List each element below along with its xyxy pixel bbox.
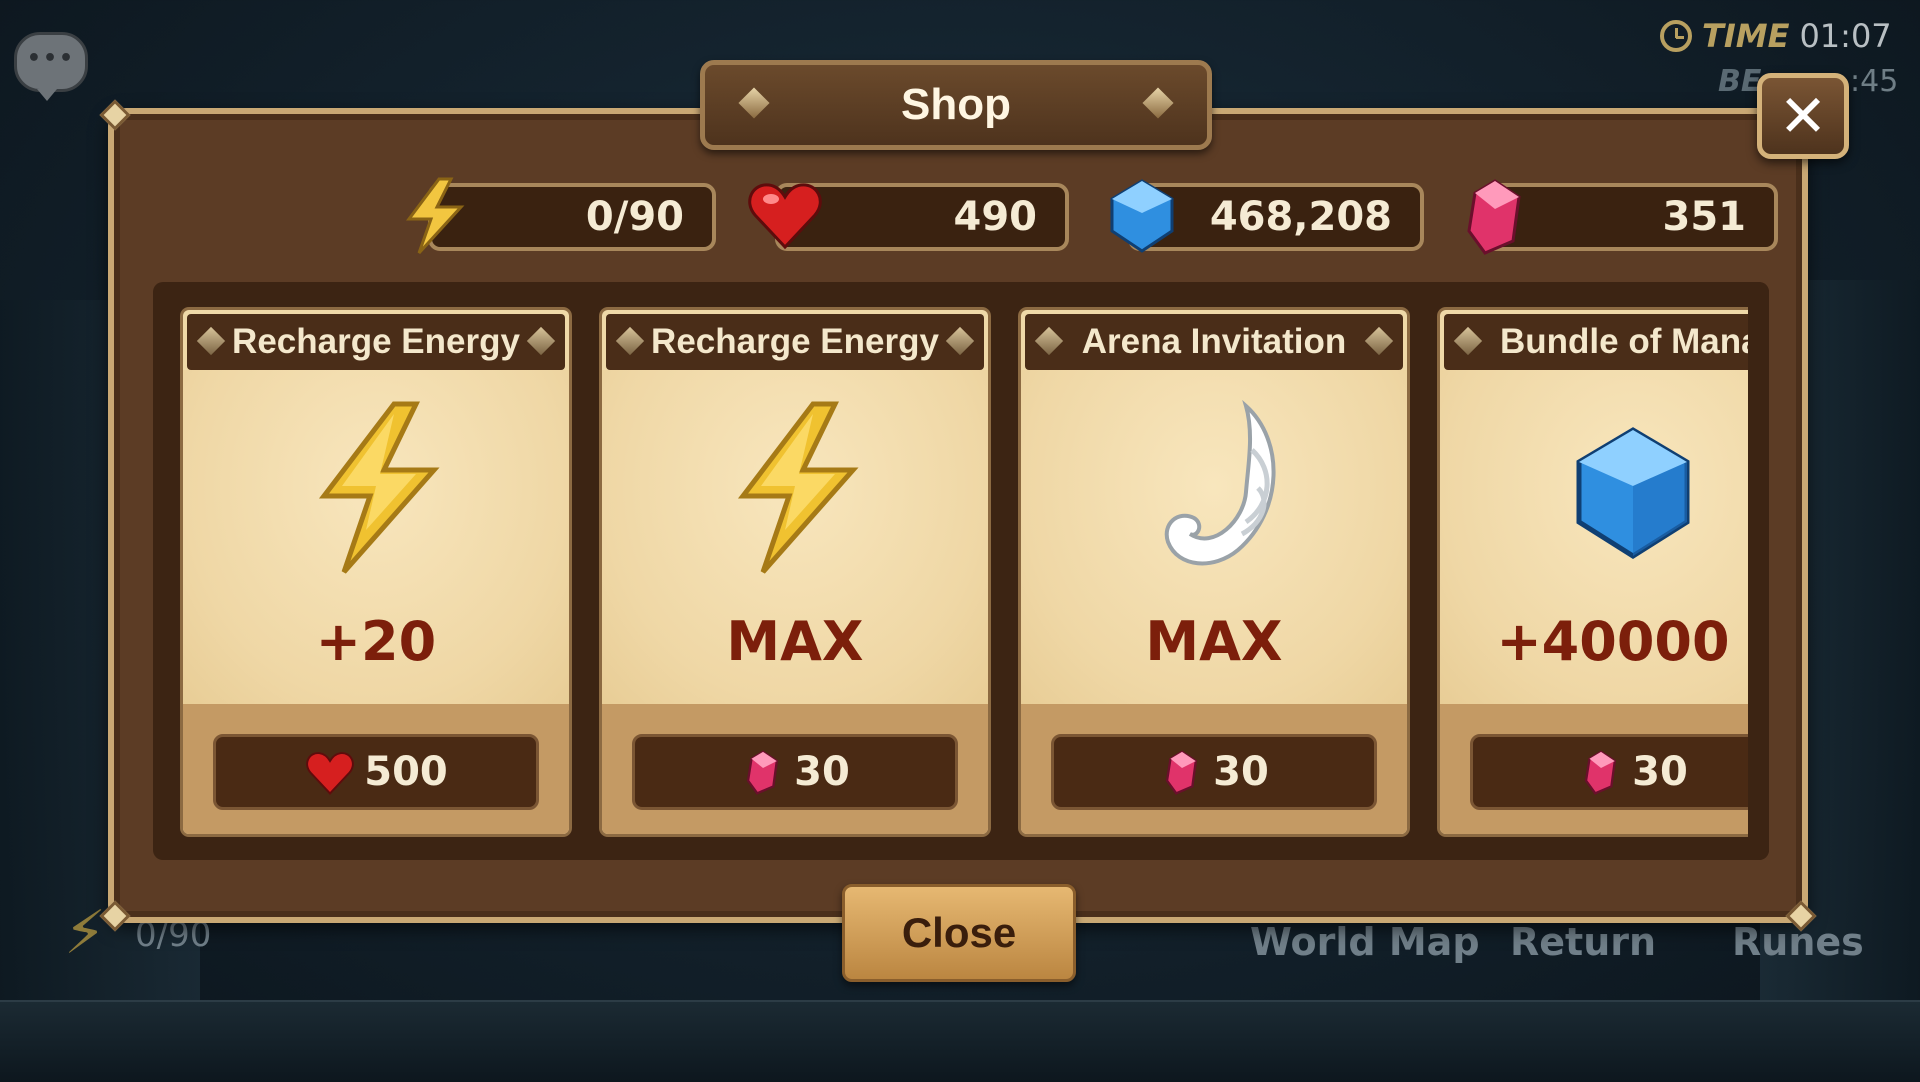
item-title: Bundle of Mana: [1500, 322, 1761, 361]
close-button-label: Close: [901, 909, 1017, 956]
secondary-label: BE: [1718, 64, 1762, 99]
heart-value: 490: [953, 194, 1038, 240]
shop-item-card[interactable]: Recharge Energy +20 500: [183, 310, 569, 834]
item-price: 30: [1213, 749, 1269, 795]
item-footer: 30: [1440, 704, 1769, 834]
item-body: +40000: [1440, 370, 1769, 704]
time-value: 01:07: [1799, 17, 1892, 55]
item-title: Arena Invitation: [1081, 322, 1347, 361]
buy-button[interactable]: 30: [1470, 734, 1769, 810]
item-quantity: MAX: [726, 610, 864, 673]
item-body: MAX: [1021, 370, 1407, 704]
item-price: 30: [794, 749, 850, 795]
clock-icon: [1660, 20, 1692, 52]
energy-icon: [406, 177, 465, 255]
item-quantity: +20: [315, 610, 437, 673]
shop-items-list[interactable]: Recharge Energy +20 500 Recharge Energy …: [153, 282, 1769, 860]
energy-bolt-icon: [318, 401, 440, 574]
ruby-crystal-icon: [1584, 750, 1617, 795]
mana-value: 468,208: [1209, 194, 1392, 240]
dialog-title: Shop: [901, 80, 1011, 129]
ruby-crystal-icon: [1165, 750, 1198, 795]
mana-crystal-icon: [1576, 427, 1690, 559]
item-price: 30: [1632, 749, 1688, 795]
background-floor: [0, 1000, 1920, 1082]
crystal-value: 351: [1662, 194, 1747, 240]
buy-button[interactable]: 30: [632, 734, 958, 810]
item-body: MAX: [602, 370, 988, 704]
item-quantity: MAX: [1145, 610, 1283, 673]
energy-bolt-icon: [737, 401, 859, 574]
close-button[interactable]: Close: [842, 884, 1076, 982]
energy-value: 0/90: [585, 194, 684, 240]
ruby-crystal-icon: [1467, 179, 1521, 255]
item-body: +20: [183, 370, 569, 704]
return-button[interactable]: Return: [1510, 920, 1656, 964]
item-price: 500: [364, 749, 448, 795]
item-header: Arena Invitation: [1025, 314, 1403, 370]
shop-item-card[interactable]: Arena Invitation MAX 30: [1021, 310, 1407, 834]
secondary-value: :45: [1850, 64, 1899, 99]
item-header: Recharge Energy: [606, 314, 984, 370]
ruby-crystal-icon: [746, 750, 779, 795]
list-clip-edge: [1748, 282, 1769, 860]
heart-icon: [748, 183, 822, 250]
diamond-ornament-icon: [1453, 326, 1483, 356]
close-icon: ✕: [1778, 82, 1828, 150]
item-header: Bundle of Mana: [1444, 314, 1769, 370]
title-banner: Shop: [700, 60, 1212, 150]
item-title: Recharge Energy: [651, 322, 939, 361]
item-quantity: +40000: [1496, 610, 1730, 673]
mana-crystal-icon: [1110, 179, 1174, 253]
wing-icon: [1164, 400, 1276, 566]
shop-item-card[interactable]: Bundle of Mana +40000 30: [1440, 310, 1769, 834]
heart-icon: [306, 752, 355, 795]
chat-icon[interactable]: •••: [14, 32, 88, 101]
close-x-button[interactable]: ✕: [1757, 73, 1849, 159]
item-footer: 30: [1021, 704, 1407, 834]
shop-item-card[interactable]: Recharge Energy MAX 30: [602, 310, 988, 834]
buy-button[interactable]: 500: [213, 734, 539, 810]
item-header: Recharge Energy: [187, 314, 565, 370]
item-footer: 30: [602, 704, 988, 834]
item-footer: 500: [183, 704, 569, 834]
battle-timer: TIME 01:07: [1660, 14, 1892, 58]
item-title: Recharge Energy: [232, 322, 520, 361]
buy-button[interactable]: 30: [1051, 734, 1377, 810]
world-map-button[interactable]: World Map: [1250, 920, 1480, 964]
time-label: TIME: [1702, 17, 1790, 55]
